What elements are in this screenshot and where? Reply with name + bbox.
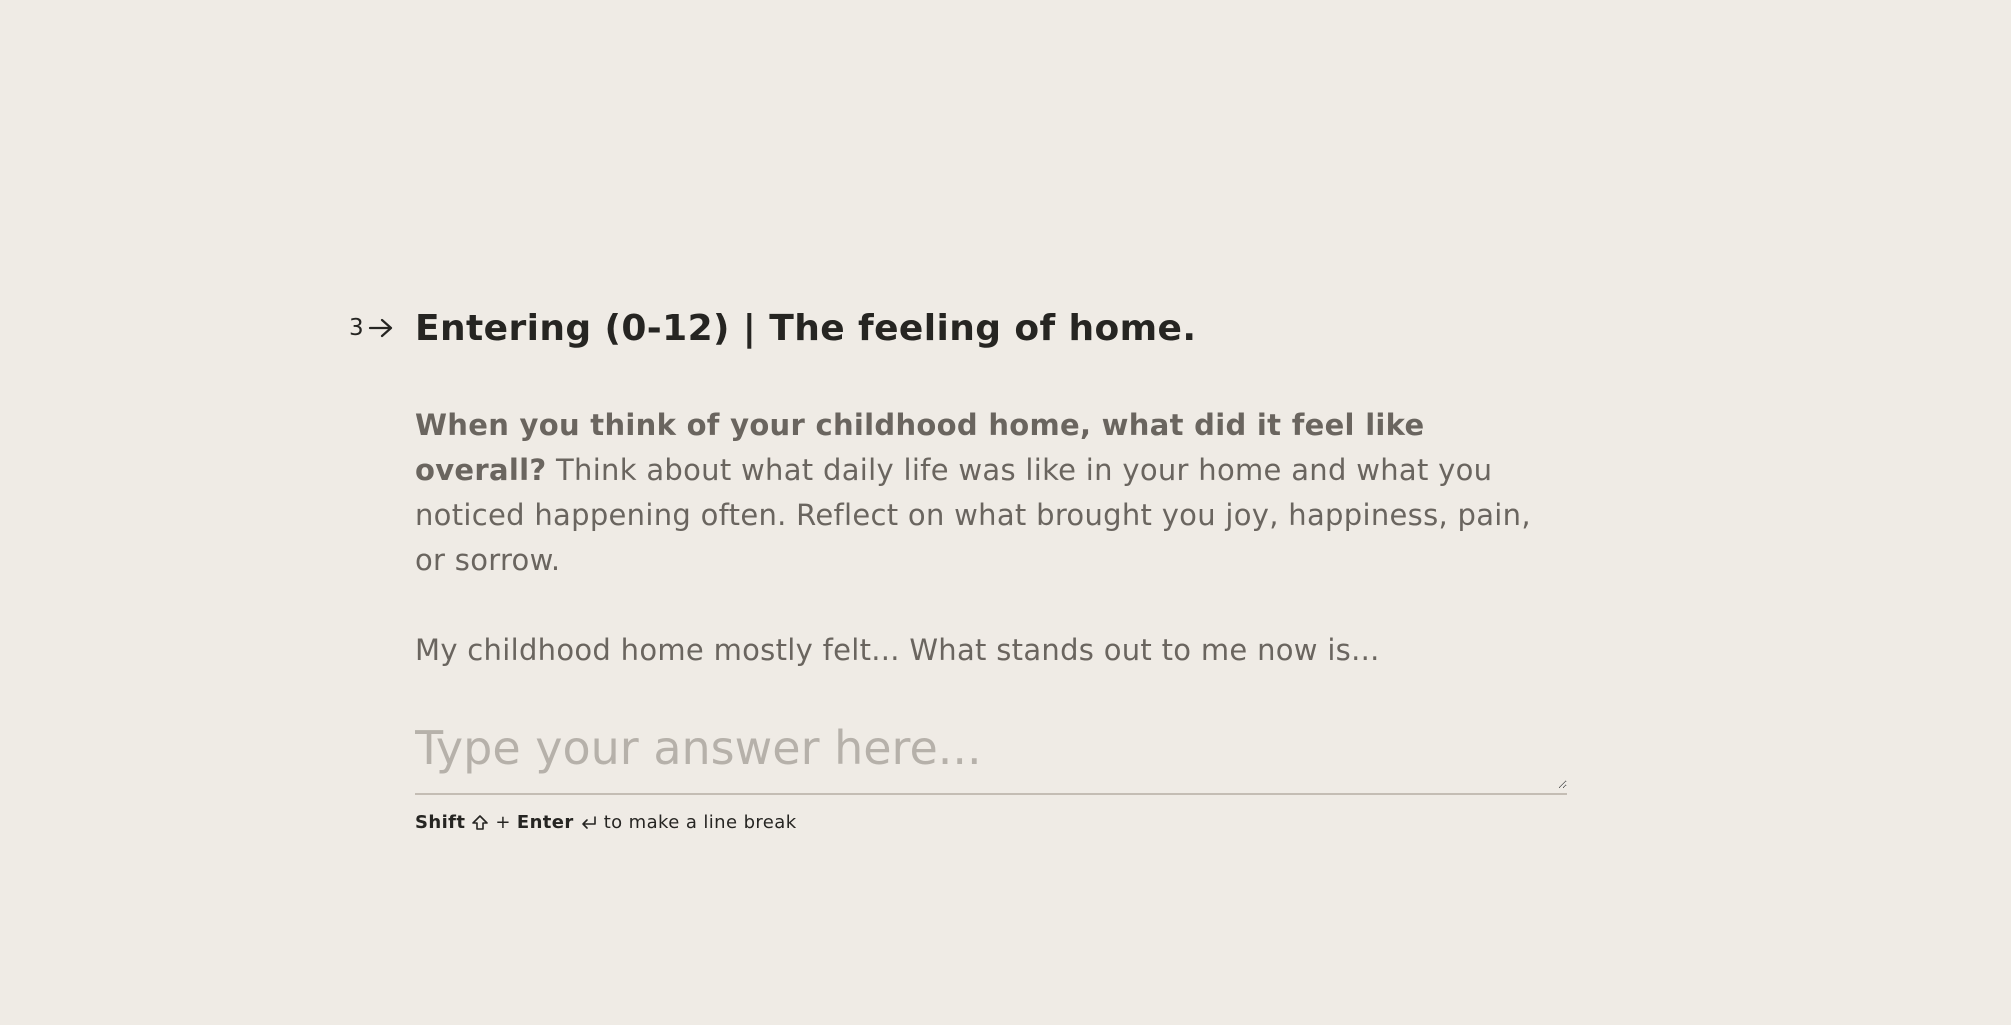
plus-sign: + [495,812,511,833]
prompt-line: My childhood home mostly felt... What st… [415,633,1380,667]
question-title: Entering (0-12) | The feeling of home. [415,308,1197,349]
shift-key-label: Shift [415,812,466,833]
enter-key-label: Enter [516,812,574,833]
enter-icon [581,816,596,829]
question-number: 3 [349,313,394,343]
answer-input[interactable] [415,713,1567,789]
description-paragraph: When you think of your childhood home, w… [415,403,1565,583]
answer-field-wrapper [415,713,1567,795]
hint-suffix: to make a line break [603,812,797,833]
question-number-label: 3 [349,315,364,341]
arrow-right-icon [368,318,392,338]
shift-icon [472,815,489,830]
question-description: When you think of your childhood home, w… [415,403,1565,673]
line-break-hint: Shift + Enter to make a line break [415,811,1567,835]
description-rest: Think about what daily life was like in … [415,453,1531,577]
form-page: 3 Entering (0-12) | The feeling of home.… [0,0,2011,1025]
question-block: 3 Entering (0-12) | The feeling of home.… [349,300,1567,835]
